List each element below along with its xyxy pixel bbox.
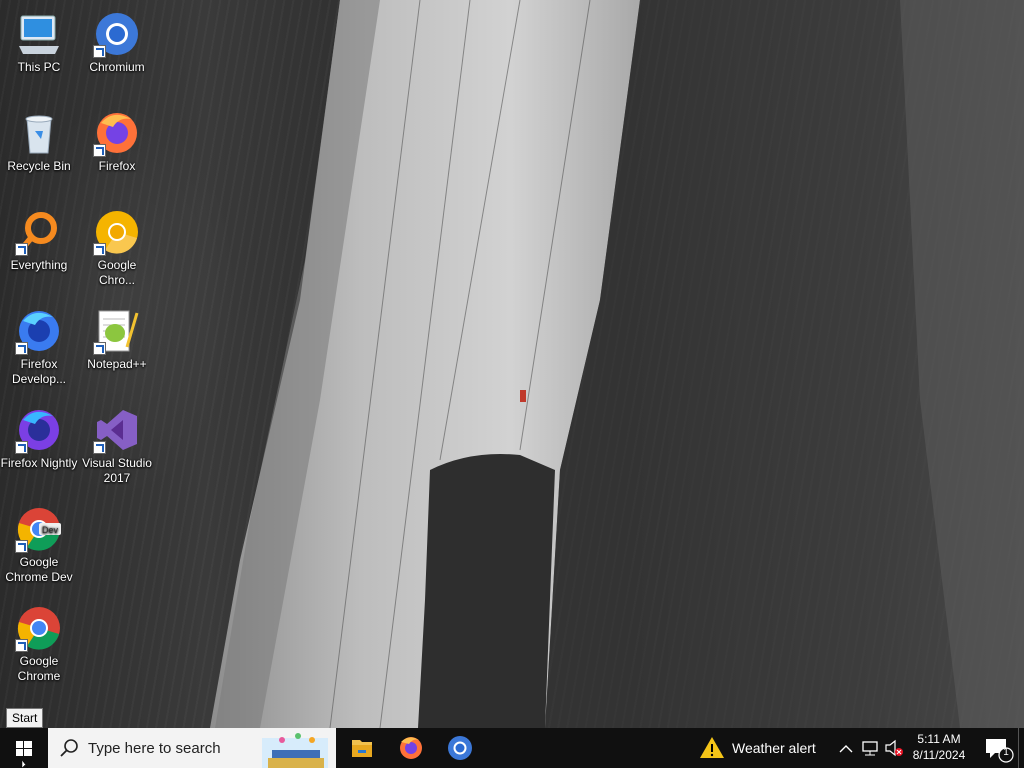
shortcut-arrow-icon [93,243,106,256]
windows-logo-icon [16,741,32,769]
firefox-nightly-icon [15,406,63,454]
shortcut-arrow-icon [15,342,28,355]
chevron-up-icon [839,745,853,753]
desktop-icon-visual-studio[interactable]: Visual Studio 2017 [78,400,156,486]
clock[interactable]: 5:11 AM 8/11/2024 [906,728,972,771]
shortcut-arrow-icon [15,639,28,652]
desktop-wallpaper: This PC Recycle Bin Everything Firefox D… [0,0,1024,728]
desktop-icon-firefox[interactable]: Firefox [78,103,156,174]
firefox-icon [93,109,141,157]
file-explorer-icon [352,740,372,757]
clock-date: 8/11/2024 [912,748,966,762]
chrome-dev-icon: Dev [15,505,63,553]
weather-alert-label: Weather alert [732,740,816,756]
desktop-icon-everything[interactable]: Everything [0,202,78,273]
firefox-icon [400,737,422,759]
start-tooltip: Start [6,708,44,728]
taskbar-chromium[interactable] [436,728,484,768]
google-chrome-canary-icon [93,208,141,256]
shortcut-arrow-icon [15,540,28,553]
desktop-icon-firefox-developer[interactable]: Firefox Develop... [0,301,78,387]
show-desktop-button[interactable] [1018,728,1024,768]
desktop-icon-label: Visual Studio 2017 [82,456,152,485]
taskbar: Type here to search Weather alert 5:11 A… [0,728,1024,771]
desktop-icon-label: Notepad++ [87,357,147,371]
search-highlight-image-icon [262,733,328,768]
desktop-icon-firefox-nightly[interactable]: Firefox Nightly [0,400,78,471]
desktop-icon-label: Firefox [98,159,136,173]
desktop-icon-google-chrome[interactable]: Google Chrome [0,598,78,684]
network-tray-icon[interactable] [858,728,882,768]
desktop-icon-label: Firefox Develop... [11,357,67,386]
search-placeholder: Type here to search [88,740,221,757]
shortcut-arrow-icon [93,441,106,454]
desktop-icon-label: Google Chrome Dev [5,555,73,584]
svg-text:Dev: Dev [42,525,59,535]
this-pc-icon [15,10,63,58]
desktop-icon-notepad-plus-plus[interactable]: Notepad++ [78,301,156,372]
desktop-icon-this-pc[interactable]: This PC [0,4,78,75]
desktop-icon-label: This PC [17,60,61,74]
chromium-icon [93,10,141,58]
desktop-icon-label: Everything [10,258,68,272]
desktop-icon-label: Google Chro... [97,258,137,287]
shortcut-arrow-icon [15,441,28,454]
notification-count: 1 [1003,747,1009,758]
everything-search-icon [15,208,63,256]
chromium-icon [448,736,472,760]
firefox-developer-icon [15,307,63,355]
desktop-icon-label: Recycle Bin [7,159,71,173]
desktop-icon-label: Google Chrome [17,654,61,683]
warning-icon [700,737,724,758]
volume-tray-icon[interactable] [882,728,906,768]
start-button[interactable] [0,728,48,769]
action-center-button[interactable]: 1 [978,728,1018,768]
search-input[interactable]: Type here to search [48,728,336,768]
notepad-plus-plus-icon [93,307,141,355]
shortcut-arrow-icon [93,45,106,58]
clock-time: 5:11 AM [917,732,961,746]
desktop-icon-label: Chromium [89,60,145,74]
shortcut-arrow-icon [15,243,28,256]
shortcut-arrow-icon [93,342,106,355]
taskbar-firefox[interactable] [387,728,435,768]
google-chrome-icon [15,604,63,652]
desktop-icon-chrome-dev[interactable]: Dev Google Chrome Dev [0,499,78,585]
shortcut-arrow-icon [93,144,106,157]
recycle-bin-icon [15,109,63,157]
notification-icon [986,739,1014,763]
desktop-icon-chromium[interactable]: Chromium [78,4,156,75]
desktop-icon-recycle-bin[interactable]: Recycle Bin [0,103,78,174]
show-hidden-icons-button[interactable] [836,728,856,768]
taskbar-file-explorer[interactable] [338,728,386,768]
desktop-icon-google-chrome-canary[interactable]: Google Chro... [78,202,156,288]
search-icon [60,739,78,757]
network-icon [862,741,878,756]
visual-studio-icon [93,406,141,454]
desktop-icon-label: Firefox Nightly [0,456,78,470]
volume-muted-icon [885,739,903,757]
weather-alert-widget[interactable]: Weather alert [694,728,822,768]
